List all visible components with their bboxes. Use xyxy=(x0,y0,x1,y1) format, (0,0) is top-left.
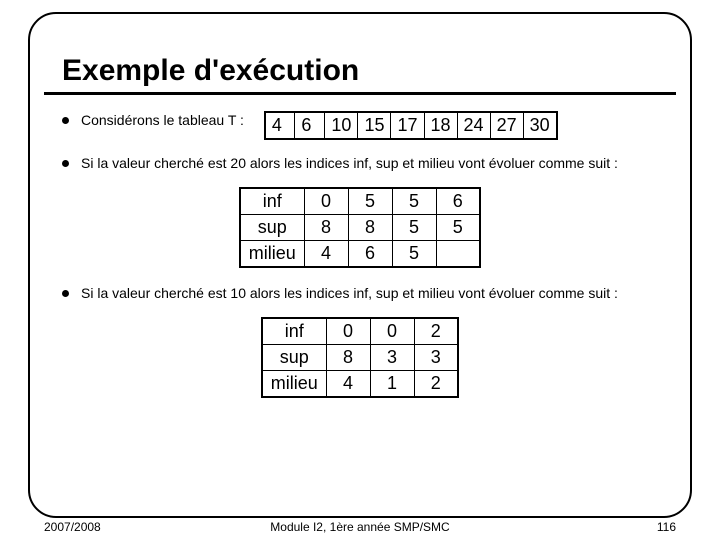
array-cell: 10 xyxy=(325,112,358,139)
footer-center: Module I2, 1ère année SMP/SMC xyxy=(44,520,676,534)
row-label-inf: inf xyxy=(240,188,304,215)
trace-cell: 5 xyxy=(392,188,436,215)
bullet-1: Considérons le tableau T : 4 6 10 15 17 … xyxy=(62,111,658,140)
trace-cell: 2 xyxy=(414,370,458,397)
bullet-icon xyxy=(62,290,69,297)
slide-content: Considérons le tableau T : 4 6 10 15 17 … xyxy=(44,111,676,398)
array-cell: 15 xyxy=(358,112,391,139)
row-label-milieu: milieu xyxy=(240,240,304,267)
array-t-table: 4 6 10 15 17 18 24 27 30 xyxy=(264,111,558,140)
title-underline xyxy=(44,92,676,95)
trace-cell: 0 xyxy=(370,318,414,345)
array-cell: 30 xyxy=(523,112,557,139)
trace-cell: 6 xyxy=(436,188,480,215)
bullet-1-text: Considérons le tableau T : xyxy=(81,111,244,130)
trace-20-table: inf 0 5 5 6 sup 8 8 5 5 milieu 4 6 xyxy=(239,187,481,268)
array-cell: 27 xyxy=(490,112,523,139)
trace-cell: 4 xyxy=(326,370,370,397)
trace-cell: 8 xyxy=(326,344,370,370)
slide-footer: 2007/2008 Module I2, 1ère année SMP/SMC … xyxy=(44,520,676,534)
trace-cell: 5 xyxy=(436,214,480,240)
trace-10-wrap: inf 0 0 2 sup 8 3 3 milieu 4 1 2 xyxy=(62,317,658,398)
bullet-icon xyxy=(62,160,69,167)
row-label-inf: inf xyxy=(262,318,326,345)
array-cell: 6 xyxy=(295,112,325,139)
trace-cell: 5 xyxy=(392,214,436,240)
trace-cell: 5 xyxy=(348,188,392,215)
bullet-3-text: Si la valeur cherché est 10 alors les in… xyxy=(81,284,618,303)
bullet-2-text: Si la valeur cherché est 20 alors les in… xyxy=(81,154,618,173)
trace-cell: 3 xyxy=(370,344,414,370)
array-cell: 4 xyxy=(265,112,295,139)
trace-cell: 8 xyxy=(304,214,348,240)
trace-20-wrap: inf 0 5 5 6 sup 8 8 5 5 milieu 4 6 xyxy=(62,187,658,268)
trace-cell: 2 xyxy=(414,318,458,345)
bullet-icon xyxy=(62,117,69,124)
row-label-sup: sup xyxy=(262,344,326,370)
trace-cell: 5 xyxy=(392,240,436,267)
row-label-sup: sup xyxy=(240,214,304,240)
trace-cell: 0 xyxy=(304,188,348,215)
trace-cell: 6 xyxy=(348,240,392,267)
trace-10-table: inf 0 0 2 sup 8 3 3 milieu 4 1 2 xyxy=(261,317,459,398)
trace-cell: 4 xyxy=(304,240,348,267)
trace-cell: 8 xyxy=(348,214,392,240)
trace-cell: 3 xyxy=(414,344,458,370)
trace-cell: 0 xyxy=(326,318,370,345)
slide-title: Exemple d'exécution xyxy=(62,54,676,88)
bullet-3: Si la valeur cherché est 10 alors les in… xyxy=(62,284,658,303)
slide: Exemple d'exécution Considérons le table… xyxy=(0,0,720,540)
array-cell: 24 xyxy=(457,112,490,139)
bullet-2: Si la valeur cherché est 20 alors les in… xyxy=(62,154,658,173)
array-cell: 18 xyxy=(424,112,457,139)
row-label-milieu: milieu xyxy=(262,370,326,397)
array-cell: 17 xyxy=(391,112,424,139)
trace-cell xyxy=(436,240,480,267)
trace-cell: 1 xyxy=(370,370,414,397)
